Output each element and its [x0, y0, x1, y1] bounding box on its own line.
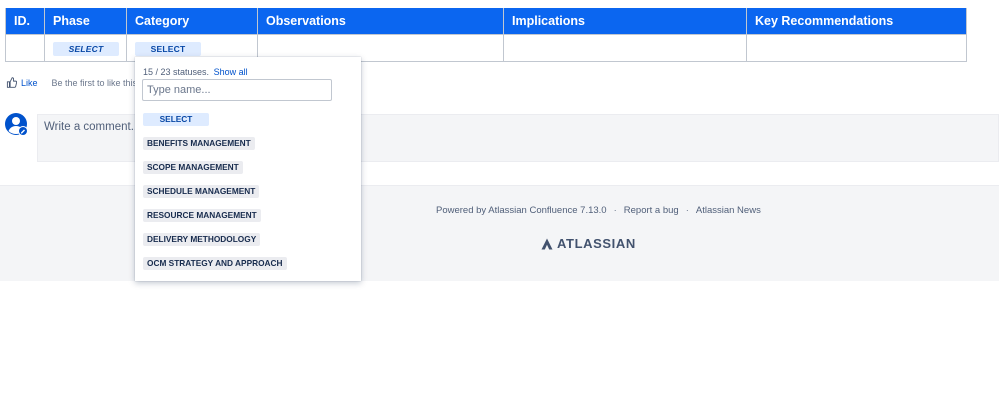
- header-id: ID.: [5, 8, 45, 35]
- footer-separator: ·: [613, 205, 617, 216]
- cell-id[interactable]: [5, 33, 45, 62]
- like-prompt: Be the first to like this: [51, 77, 138, 88]
- report-bug-link[interactable]: Report a bug: [624, 205, 679, 216]
- thumbs-up-icon: [6, 77, 17, 88]
- powered-by-text: Powered by Atlassian Confluence 7.13.0: [436, 205, 607, 216]
- header-category: Category: [126, 8, 258, 35]
- like-button[interactable]: Like: [6, 77, 38, 88]
- status-table: ID. Phase Category Observations Implicat…: [5, 8, 967, 62]
- atlassian-logo: ATLASSIAN: [541, 236, 636, 251]
- status-dropdown: 15 / 23 statuses. Show all SELECT BENEFI…: [135, 57, 361, 281]
- status-option-schedule-management[interactable]: SCHEDULE MANAGEMENT: [143, 185, 260, 198]
- status-count: 15 / 23 statuses. Show all: [143, 67, 248, 77]
- phase-status-lozenge[interactable]: SELECT: [53, 41, 119, 56]
- status-option-benefits-management[interactable]: BENEFITS MANAGEMENT: [143, 137, 255, 150]
- footer-separator: ·: [685, 205, 689, 216]
- header-key-recommendations: Key Recommendations: [746, 8, 967, 35]
- status-search-input[interactable]: [142, 79, 332, 101]
- status-option-ocm-strategy-and-approach[interactable]: OCM STRATEGY AND APPROACH: [143, 257, 287, 270]
- cell-implications[interactable]: [503, 33, 747, 62]
- header-implications: Implications: [503, 8, 747, 35]
- status-option-select[interactable]: SELECT: [143, 113, 209, 126]
- header-phase: Phase: [44, 8, 127, 35]
- status-option-resource-management[interactable]: RESOURCE MANAGEMENT: [143, 209, 261, 222]
- user-avatar-icon: [5, 113, 28, 136]
- header-observations: Observations: [257, 8, 504, 35]
- status-count-text: 15 / 23 statuses.: [143, 67, 210, 77]
- atlassian-logo-text: ATLASSIAN: [557, 236, 636, 251]
- avatar: [5, 113, 29, 137]
- atlassian-news-link[interactable]: Atlassian News: [696, 205, 761, 216]
- category-status-lozenge[interactable]: SELECT: [135, 41, 201, 56]
- like-label: Like: [21, 77, 38, 88]
- cell-key-recommendations[interactable]: [746, 33, 967, 62]
- status-option-delivery-methodology[interactable]: DELIVERY METHODOLOGY: [143, 233, 261, 246]
- like-row: Like Be the first to like this: [6, 77, 137, 88]
- atlassian-mark-icon: [541, 238, 553, 249]
- footer-links: Powered by Atlassian Confluence 7.13.0 ·…: [436, 205, 761, 216]
- table-header-row: ID. Phase Category Observations Implicat…: [5, 8, 967, 35]
- cell-phase[interactable]: SELECT: [44, 33, 127, 62]
- status-option-scope-management[interactable]: SCOPE MANAGEMENT: [143, 161, 243, 174]
- show-all-link[interactable]: Show all: [214, 67, 248, 77]
